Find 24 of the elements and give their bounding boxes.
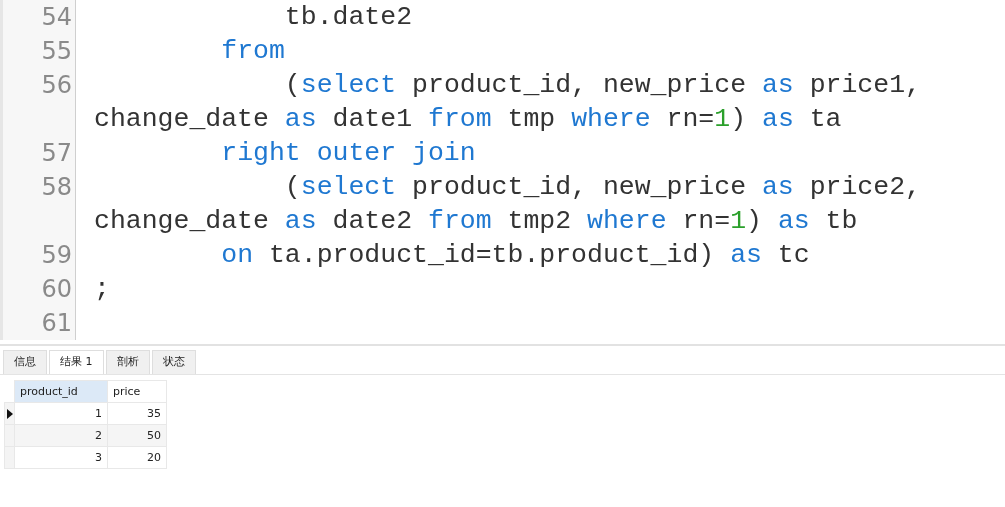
line-number: 55	[41, 36, 72, 67]
column-header[interactable]: price	[107, 380, 167, 403]
code-line: (select product_id, new_price as price1, change_date as date1 from tmp where rn=1) as ta	[94, 70, 922, 134]
code-line: right outer join	[220, 138, 476, 168]
table-cell: 3	[14, 446, 108, 469]
line-number: 56	[41, 70, 72, 101]
line-number: 54	[41, 2, 72, 33]
line-number: 58	[41, 172, 72, 203]
result-tab[interactable]: 状态	[151, 350, 196, 374]
table-cell: 35	[107, 402, 167, 425]
code-line: from	[220, 36, 285, 66]
result-tab[interactable]: 结果 1	[49, 350, 104, 374]
line-number: 59	[41, 240, 72, 271]
table-cell: 20	[107, 446, 167, 469]
code-line: ;	[94, 274, 110, 304]
code-line: tb.date2	[283, 2, 413, 32]
code-line: on ta.product_id=tb.product_id) as tc	[220, 240, 810, 270]
line-number: 57	[41, 138, 72, 169]
line-number: 61	[41, 308, 72, 339]
result-tab[interactable]: 剖析	[105, 350, 150, 374]
result-tab[interactable]: 信息	[3, 350, 47, 374]
column-header[interactable]: product_id	[14, 380, 108, 403]
table-cell: 1	[14, 402, 108, 425]
line-number: 60	[41, 274, 72, 305]
